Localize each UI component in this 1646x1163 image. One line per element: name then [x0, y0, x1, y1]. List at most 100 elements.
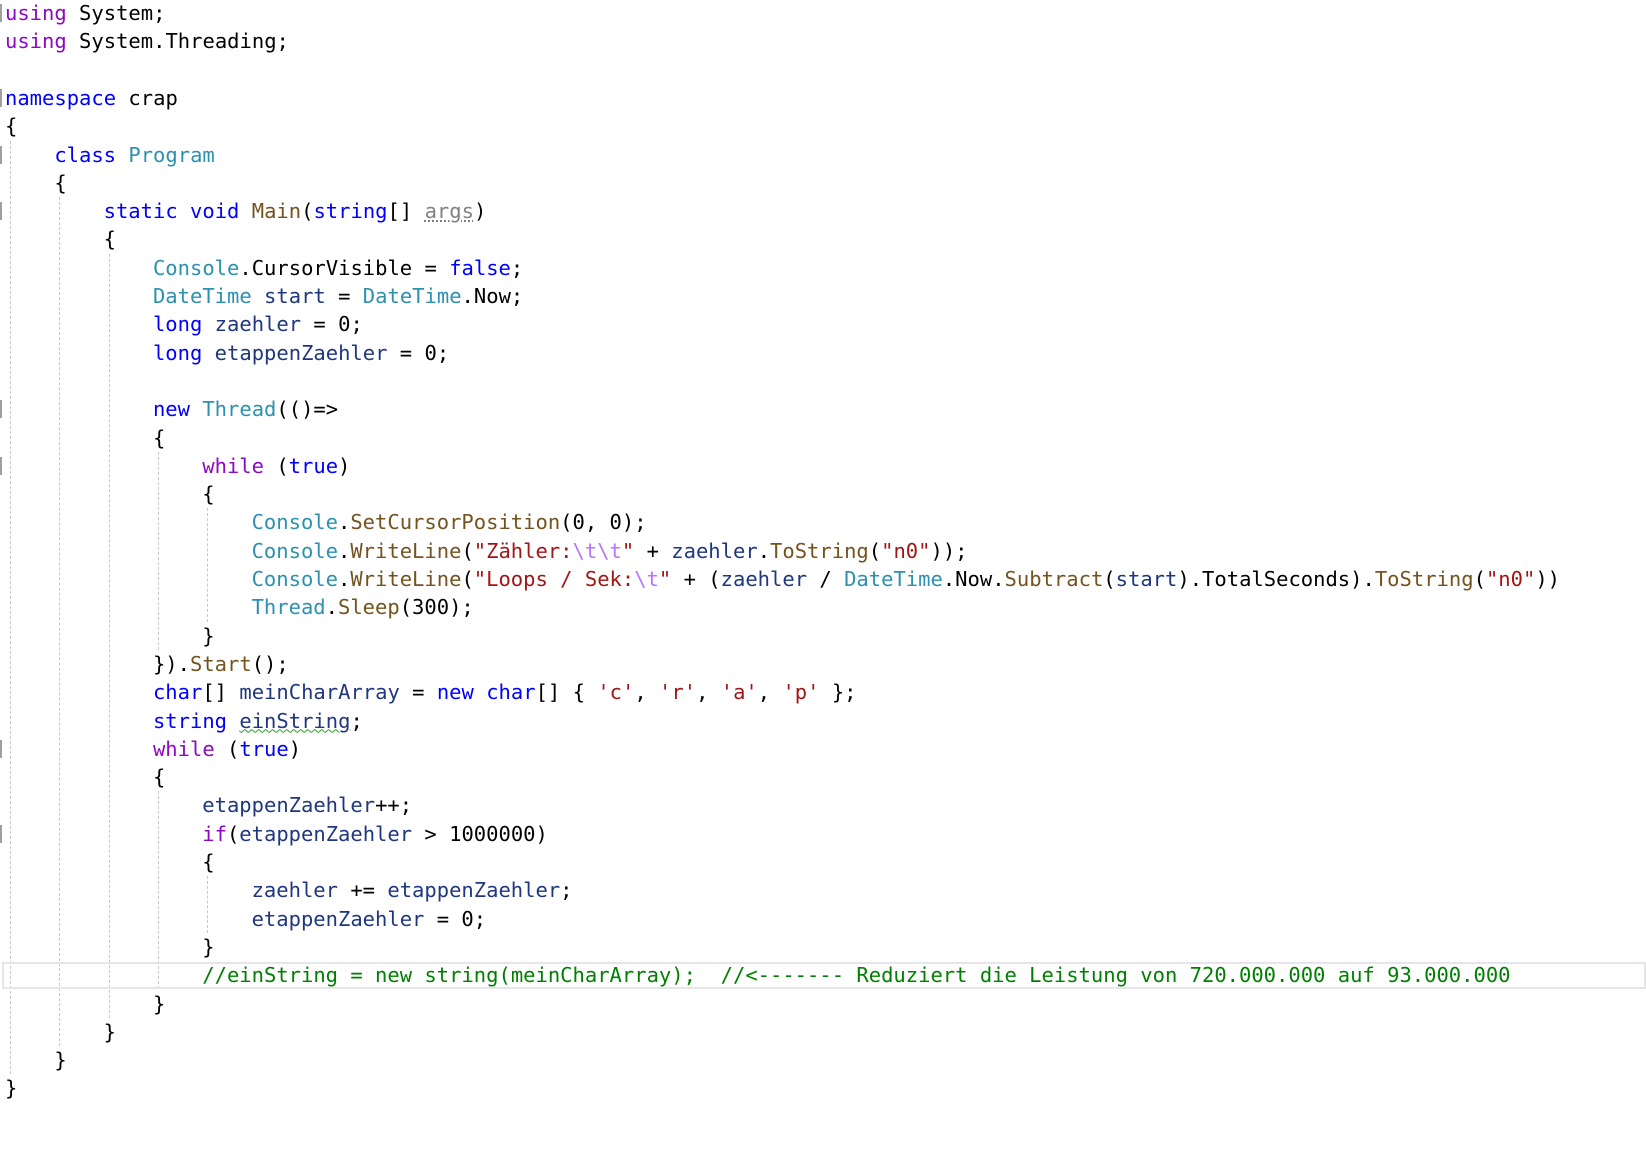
code-text: , — [696, 680, 721, 705]
string-literal: "n0" — [1485, 567, 1536, 591]
code-line[interactable]: char[] meinCharArray = new char[] { 'c',… — [153, 678, 857, 706]
code-text: ).TotalSeconds). — [1177, 567, 1375, 591]
keyword: long — [152, 340, 203, 365]
keyword: char — [152, 680, 203, 705]
code-text: (()=> — [276, 397, 339, 422]
code-text: = 0; — [301, 312, 363, 337]
type-name: Program — [128, 142, 215, 167]
code-line[interactable]: new Thread(()=> — [153, 395, 338, 423]
variable: start — [1115, 567, 1178, 591]
code-line[interactable]: string einString; — [153, 707, 363, 735]
code-line[interactable]: { — [104, 225, 116, 253]
code-editor[interactable]: using System; using System.Threading; name… — [0, 0, 1646, 1163]
code-line[interactable]: //einString = new string(meinCharArray);… — [202, 961, 1510, 989]
collapse-margin-marker[interactable] — [0, 824, 2, 843]
string-literal: 'p' — [782, 680, 820, 705]
escape-sequence: \t\t — [572, 538, 622, 563]
collapse-margin-marker[interactable] — [0, 88, 2, 107]
collapse-margin-marker[interactable] — [0, 400, 2, 419]
code-line[interactable]: DateTime start = DateTime.Now; — [153, 282, 523, 310]
string-literal: 'r' — [659, 680, 697, 705]
code-line[interactable]: class Program — [54, 141, 214, 169]
keyword: string — [313, 199, 388, 224]
code-line[interactable]: { — [202, 480, 214, 508]
code-line[interactable]: { — [54, 169, 66, 197]
code-line[interactable]: } — [153, 990, 165, 1018]
collapse-margin-marker[interactable] — [0, 739, 2, 758]
code-text: ( — [461, 567, 474, 591]
keyword: false — [449, 255, 511, 280]
type-name: Thread — [202, 397, 277, 422]
escape-sequence: \t — [634, 567, 659, 591]
code-line[interactable]: Thread.Sleep(300); — [252, 593, 474, 621]
code-line[interactable]: etappenZaehler = 0; — [252, 905, 487, 933]
code-text: . — [757, 538, 771, 563]
code-text: crap — [116, 85, 178, 110]
method-name: SetCursorPosition — [350, 510, 561, 535]
method-name: Main — [251, 199, 302, 224]
code-line[interactable]: using System.Threading; — [5, 27, 289, 55]
code-text: ( — [226, 821, 240, 846]
code-text: ) — [473, 199, 487, 224]
type-name: DateTime — [152, 284, 252, 308]
code-line[interactable]: Console.SetCursorPosition(0, 0); — [252, 508, 647, 536]
string-literal: "Zähler: — [473, 538, 573, 563]
variable: zaehler — [214, 312, 302, 337]
keyword: class — [54, 142, 117, 167]
comment: //einString = new string(meinCharArray);… — [202, 963, 1511, 988]
type-name: DateTime — [362, 284, 462, 308]
collapse-margin-marker[interactable] — [0, 4, 2, 22]
keyword: true — [239, 736, 289, 761]
keyword: static — [103, 199, 178, 224]
code-line[interactable]: { — [5, 112, 17, 140]
code-line[interactable]: zaehler += etappenZaehler; — [252, 876, 573, 904]
code-line[interactable]: etappenZaehler++; — [202, 791, 412, 819]
collapse-margin-marker[interactable] — [0, 145, 2, 164]
code-text: { — [54, 170, 67, 195]
code-line[interactable]: Console.CursorVisible = false; — [153, 254, 523, 282]
code-line[interactable]: } — [202, 622, 214, 650]
code-line[interactable]: } — [202, 933, 214, 961]
keyword: char — [486, 680, 536, 705]
code-text: = — [399, 680, 437, 705]
collapse-margin-marker[interactable] — [0, 202, 2, 221]
unused-variable: einString — [239, 708, 351, 733]
code-line[interactable]: { — [153, 424, 165, 452]
code-line[interactable]: Console.WriteLine("Zähler:\t\t" + zaehle… — [252, 537, 968, 565]
code-line[interactable]: } — [54, 1046, 66, 1074]
type-name: Console — [251, 510, 338, 535]
type-name: Thread — [251, 595, 326, 620]
code-text: } — [54, 1048, 67, 1073]
code-line[interactable]: Console.WriteLine("Loops / Sek:\t" + (za… — [252, 565, 1560, 593]
code-text: ( — [1473, 567, 1486, 591]
type-name: DateTime — [844, 567, 943, 591]
string-literal: " — [658, 567, 672, 591]
type-name: Console — [152, 255, 240, 280]
code-line[interactable]: { — [153, 763, 165, 791]
variable: meinCharArray — [239, 680, 400, 705]
code-line[interactable]: { — [202, 848, 214, 876]
code-line[interactable]: } — [104, 1018, 116, 1046]
collapse-margin-marker[interactable] — [0, 456, 2, 475]
string-literal: "n0" — [881, 538, 931, 563]
code-line[interactable]: static void Main(string[] args) — [104, 197, 487, 225]
code-line[interactable]: } — [5, 1074, 17, 1102]
code-line[interactable]: while (true) — [153, 735, 301, 763]
code-text: )); — [930, 538, 968, 563]
code-line[interactable]: long zaehler = 0; — [153, 310, 363, 338]
code-line[interactable]: namespace crap — [5, 84, 178, 112]
code-text: ; — [560, 878, 573, 903]
method-name: ToString — [770, 538, 869, 563]
code-line[interactable]: while (true) — [202, 452, 350, 480]
code-line[interactable]: using System; — [5, 0, 165, 27]
code-text: ( — [263, 453, 289, 478]
code-line[interactable]: long etappenZaehler = 0; — [153, 339, 449, 367]
code-line[interactable]: if(etappenZaehler > 1000000) — [202, 820, 548, 848]
code-text: .Now. — [942, 567, 1005, 591]
code-text: { — [152, 425, 166, 450]
code-text: )) — [1535, 567, 1560, 591]
code-line[interactable]: }).Start(); — [153, 650, 289, 678]
